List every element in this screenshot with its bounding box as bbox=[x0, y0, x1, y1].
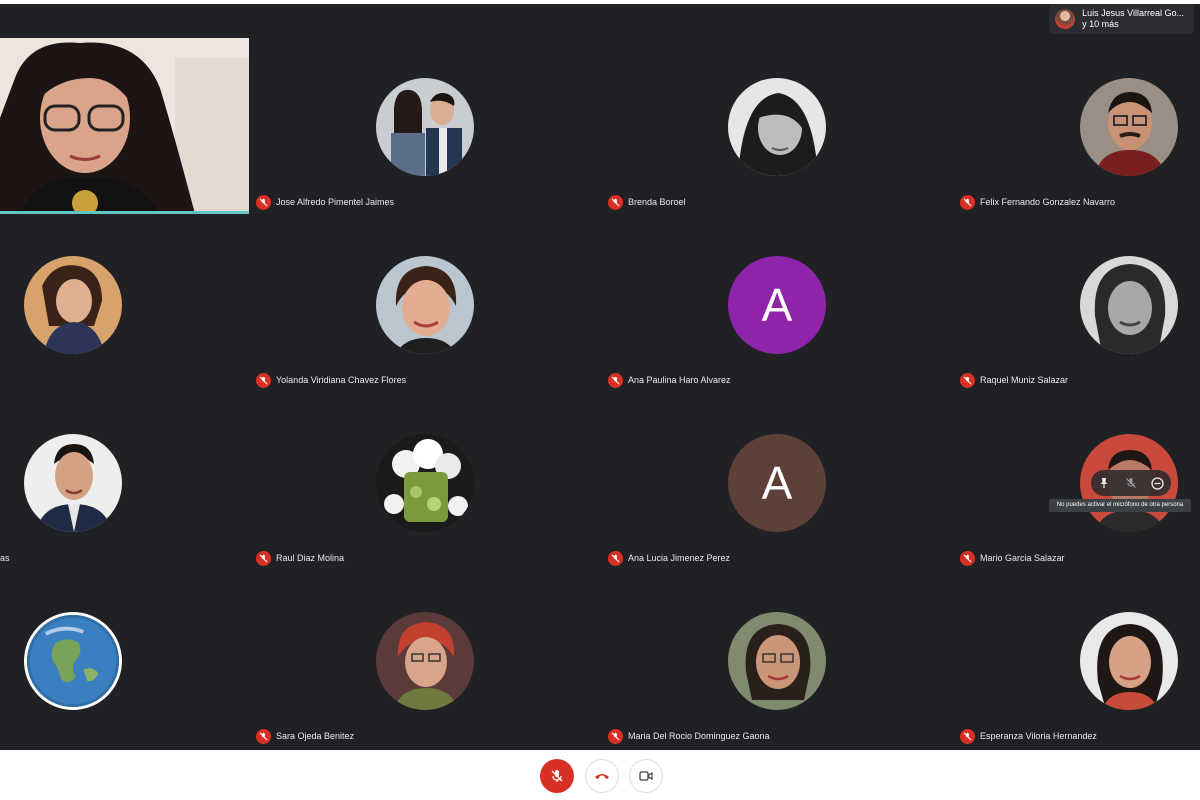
participant-name: Esperanza Viloria Hernandez bbox=[980, 731, 1097, 741]
bottom-control-bar bbox=[0, 750, 1200, 800]
participant-name: Maria Del Rocio Dominguez Gaona bbox=[628, 731, 770, 741]
mic-muted-icon bbox=[960, 551, 975, 566]
participant-avatar bbox=[376, 78, 474, 176]
participant-tile[interactable]: Raquel Muniz Salazar bbox=[955, 216, 1200, 394]
participant-avatar bbox=[376, 256, 474, 354]
participant-name: Mario Garcia Salazar bbox=[980, 553, 1065, 563]
participant-name: Felix Fernando Gonzalez Navarro bbox=[980, 197, 1116, 207]
participant-tile[interactable] bbox=[0, 216, 251, 394]
presenter-avatar bbox=[1055, 9, 1076, 29]
participant-tile[interactable]: as bbox=[0, 394, 251, 572]
avatar-letter: A bbox=[761, 279, 793, 331]
mic-off-icon[interactable] bbox=[1121, 473, 1141, 493]
participant-avatar bbox=[1080, 612, 1178, 710]
mic-muted-icon bbox=[608, 729, 623, 744]
mic-toggle-button[interactable] bbox=[540, 759, 574, 793]
mic-muted-icon bbox=[256, 195, 271, 210]
mic-muted-icon bbox=[608, 551, 623, 566]
participant-avatar bbox=[376, 612, 474, 710]
participant-name: Raul Diaz Molina bbox=[276, 553, 345, 563]
camera-icon bbox=[639, 771, 653, 781]
participant-name: Brenda Boroel bbox=[628, 197, 686, 207]
participant-avatar bbox=[1080, 78, 1178, 176]
mic-muted-icon bbox=[960, 195, 975, 210]
participant-tile[interactable]: Maria Del Rocio Dominguez Gaona bbox=[603, 572, 955, 750]
mic-muted-icon bbox=[608, 373, 623, 388]
participant-name: Raquel Muniz Salazar bbox=[980, 375, 1069, 385]
participant-tile[interactable]: Jose Alfredo Pimentel Jaimes bbox=[251, 38, 603, 216]
participant-tile[interactable] bbox=[0, 572, 251, 750]
participant-name: as bbox=[0, 553, 10, 563]
participant-tile[interactable]: Yolanda Viridiana Chavez Flores bbox=[251, 216, 603, 394]
participant-tile[interactable]: Felix Fernando Gonzalez Navarro bbox=[955, 38, 1200, 216]
mic-muted-icon bbox=[960, 373, 975, 388]
participant-avatar bbox=[728, 78, 826, 176]
hang-up-button[interactable] bbox=[585, 759, 619, 793]
camera-toggle-button[interactable] bbox=[629, 759, 663, 793]
tile-hover-controls bbox=[1091, 470, 1171, 496]
pin-icon[interactable] bbox=[1094, 473, 1114, 493]
participant-name: Yolanda Viridiana Chavez Flores bbox=[276, 375, 407, 385]
participant-avatar bbox=[1080, 256, 1178, 354]
mic-muted-icon bbox=[256, 373, 271, 388]
presenter-more: y 10 más bbox=[1082, 19, 1119, 29]
participant-tile[interactable]: Raul Diaz Molina bbox=[251, 394, 603, 572]
participant-name: Jose Alfredo Pimentel Jaimes bbox=[276, 197, 395, 207]
self-video-tile[interactable] bbox=[0, 38, 249, 214]
participant-avatar bbox=[24, 256, 122, 354]
participant-tile[interactable]: Sara Ojeda Benitez bbox=[251, 572, 603, 750]
participant-tile[interactable]: Brenda Boroel bbox=[603, 38, 955, 216]
participant-tile[interactable]: A Ana Lucia Jimenez Perez bbox=[603, 394, 955, 572]
hangup-icon bbox=[595, 774, 609, 779]
participant-name: Ana Paulina Haro Alvarez bbox=[628, 375, 731, 385]
tooltip: No puedes activar el micrófono de otra p… bbox=[1049, 499, 1191, 512]
self-video-feed bbox=[0, 38, 249, 211]
top-bar: Luis Jesus Villarreal Go... y 10 más bbox=[0, 0, 1200, 38]
participant-avatar bbox=[24, 612, 122, 710]
presenter-name: Luis Jesus Villarreal Go... bbox=[1082, 8, 1184, 18]
letter-avatar: A bbox=[728, 256, 826, 354]
mic-muted-icon bbox=[256, 729, 271, 744]
participant-avatar bbox=[376, 434, 474, 532]
participant-avatar bbox=[24, 434, 122, 532]
top-bar-strip bbox=[0, 4, 1200, 38]
participant-tile[interactable]: A Ana Paulina Haro Alvarez bbox=[603, 216, 955, 394]
participant-tile[interactable]: Esperanza Viloria Hernandez bbox=[955, 572, 1200, 750]
mic-muted-icon bbox=[608, 195, 623, 210]
avatar-letter: A bbox=[761, 457, 793, 509]
mic-muted-icon bbox=[960, 729, 975, 744]
participant-name: Sara Ojeda Benitez bbox=[276, 731, 355, 741]
participant-avatar bbox=[728, 612, 826, 710]
letter-avatar: A bbox=[728, 434, 826, 532]
mic-muted-icon bbox=[256, 551, 271, 566]
participant-name: Ana Lucia Jimenez Perez bbox=[628, 553, 731, 563]
presenter-chip[interactable]: Luis Jesus Villarreal Go... y 10 más bbox=[1049, 4, 1194, 34]
remove-icon[interactable] bbox=[1148, 473, 1168, 493]
mic-off-icon bbox=[551, 770, 563, 782]
